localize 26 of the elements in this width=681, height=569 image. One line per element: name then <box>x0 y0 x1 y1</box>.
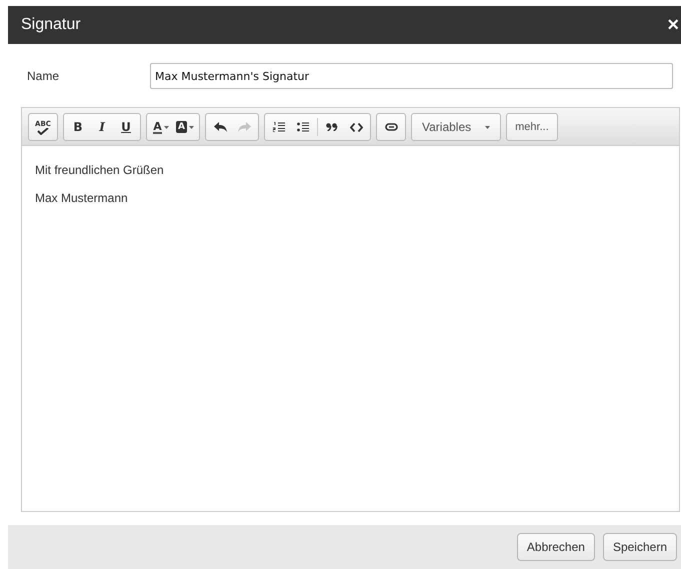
name-label: Name <box>27 69 60 83</box>
cancel-button[interactable]: Abbrechen <box>516 533 595 561</box>
code-icon <box>350 122 362 132</box>
background-color-button[interactable]: A <box>173 114 197 140</box>
quote-icon <box>326 123 338 131</box>
link-icon <box>384 123 398 131</box>
close-button[interactable]: × <box>665 15 681 35</box>
dialog-title: Signatur <box>21 16 81 34</box>
signature-text: Mit freundlichen Grüßen <box>35 163 165 177</box>
variables-dropdown[interactable]: Variables <box>414 114 498 140</box>
more-button[interactable]: mehr... <box>509 114 555 140</box>
save-button[interactable]: Speichern <box>602 533 677 561</box>
bold-button[interactable]: B <box>66 114 90 140</box>
bullet-list-icon <box>297 122 309 132</box>
underline-button[interactable]: U <box>114 114 138 140</box>
italic-button[interactable]: I <box>90 114 114 140</box>
checkmark-icon <box>37 128 49 134</box>
curved-arrow-icon <box>214 122 226 132</box>
name-input-field[interactable]: Max Mustermann's Signatur <box>150 63 673 89</box>
caret-icon <box>164 126 169 128</box>
text-color-button[interactable]: A <box>149 114 173 140</box>
numbered-list-icon <box>273 122 285 132</box>
curved-arrow-icon <box>238 122 250 132</box>
caret-icon <box>485 126 490 128</box>
caret-icon <box>188 126 194 128</box>
signature-text: Max Mustermann <box>35 191 129 205</box>
